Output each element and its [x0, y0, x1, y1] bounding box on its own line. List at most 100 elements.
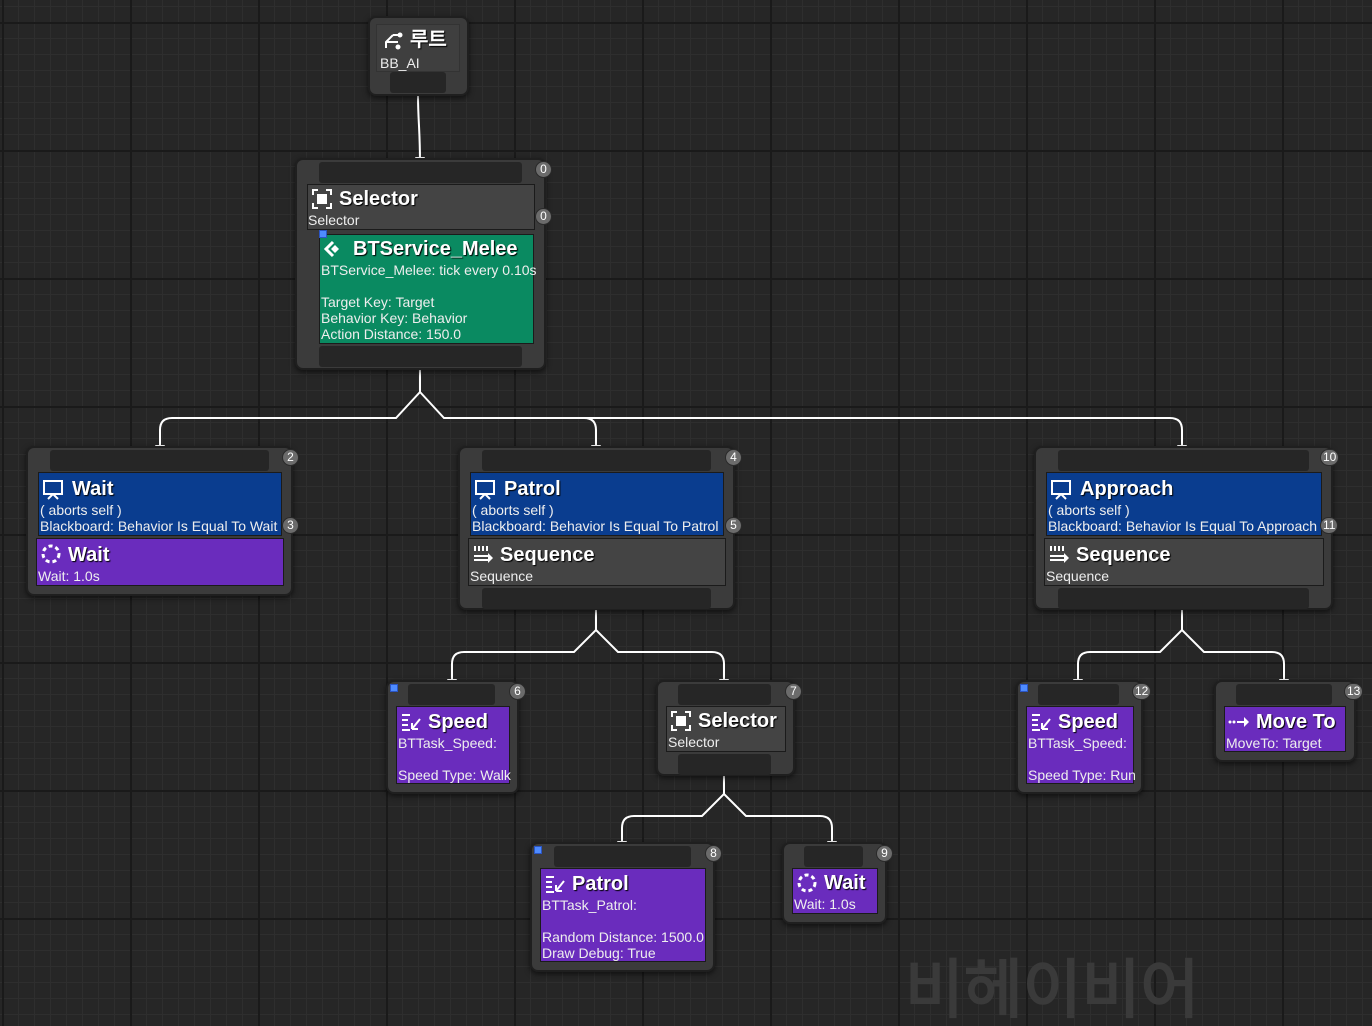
speed-run-node[interactable]: Speed BTTask_Speed: Speed Type: Run — [1016, 680, 1143, 794]
root-output-pin[interactable] — [390, 72, 446, 93]
decorator-icon — [1051, 480, 1071, 500]
wait-task-node-desc: Wait: 1.0s — [794, 896, 856, 912]
selector-main-subtitle: Selector — [308, 212, 360, 228]
patrol-task-node[interactable]: Patrol BTTask_Patrol: Random Distance: 1… — [530, 842, 715, 972]
speed-walk-node[interactable]: Speed BTTask_Speed: Speed Type: Walk — [386, 680, 519, 794]
breakpoint-marker — [1020, 684, 1028, 692]
approach-sequence-subtitle: Sequence — [1046, 568, 1110, 584]
service-melee-line: Target Key: Target — [321, 294, 435, 310]
selector-main-input-pin[interactable] — [319, 162, 522, 183]
decorator-icon — [475, 480, 495, 500]
index-badge: 3 — [282, 517, 299, 534]
wire-selector-to-waittask — [723, 793, 837, 851]
wait-task-input-pin[interactable] — [804, 846, 863, 867]
wire-patrol-to-selector — [595, 629, 729, 689]
selector-icon — [312, 189, 332, 209]
move-to-input-pin[interactable] — [1236, 684, 1332, 705]
selector-sub-node[interactable]: Selector Selector — [656, 680, 795, 776]
speed-run-param: Speed Type: Run — [1028, 767, 1136, 783]
patrol-task-line: Random Distance: 1500.0 — [542, 929, 704, 945]
patrol-decorator-title: Patrol — [504, 478, 561, 500]
service-melee-desc: BTService_Melee: tick every 0.10s — [321, 262, 537, 278]
index-badge: 5 — [725, 517, 742, 534]
selector-main-title: Selector — [339, 188, 418, 210]
selector-main-output-pin[interactable] — [319, 346, 522, 367]
selector-sub-title: Selector — [698, 710, 777, 732]
wire-root-to-selector — [414, 95, 425, 167]
root-node[interactable]: 루트 BB_AI — [368, 16, 469, 96]
patrol-decorator-aborts: ( aborts self ) — [472, 502, 554, 518]
wait-icon — [41, 544, 61, 564]
wait-icon — [797, 873, 817, 893]
index-badge: 13 — [1344, 683, 1364, 700]
sequence-icon — [1050, 546, 1069, 563]
patrol-sequence-title: Sequence — [500, 544, 595, 566]
wire-selector-to-patroltask — [617, 776, 725, 851]
selector-sub-output-pin[interactable] — [678, 754, 771, 775]
task-icon — [402, 714, 421, 731]
wait-branch-input-pin[interactable] — [50, 450, 269, 471]
approach-branch-input-pin[interactable] — [1058, 450, 1309, 471]
speed-walk-title: Speed — [428, 711, 489, 733]
move-to-icon — [1228, 717, 1249, 727]
sequence-icon — [474, 546, 493, 563]
wire-selector-to-patrol — [419, 391, 601, 455]
patrol-sequence-subtitle: Sequence — [470, 568, 534, 584]
patrol-decorator-condition: Blackboard: Behavior Is Equal To Patrol — [472, 518, 719, 534]
approach-branch-output-pin[interactable] — [1058, 588, 1309, 609]
index-badge: 7 — [785, 683, 802, 700]
wait-decorator-aborts: ( aborts self ) — [40, 502, 122, 518]
index-badge: 8 — [705, 845, 722, 862]
wait-task-node-title: Wait — [824, 872, 866, 894]
move-to-desc: MoveTo: Target — [1226, 735, 1322, 751]
speed-walk-desc: BTTask_Speed: — [398, 735, 497, 751]
wait-task-node[interactable]: Wait Wait: 1.0s — [782, 842, 887, 924]
speed-walk-param: Speed Type: Walk — [398, 767, 511, 783]
task-icon — [546, 876, 565, 893]
patrol-task-input-pin[interactable] — [554, 846, 691, 867]
selector-main-node[interactable]: Selector Selector BTService_Melee BTServ… — [295, 158, 546, 370]
service-breakpoint-marker — [319, 230, 327, 238]
task-icon — [1032, 714, 1051, 731]
speed-run-title: Speed — [1058, 711, 1119, 733]
index-badge: 4 — [725, 449, 742, 466]
breakpoint-marker — [390, 684, 398, 692]
wire-approach-to-moveto — [1181, 629, 1289, 689]
root-subtitle: BB_AI — [380, 55, 420, 71]
wait-branch-node[interactable]: Wait ( aborts self ) Blackboard: Behavio… — [26, 446, 293, 596]
patrol-branch-input-pin[interactable] — [482, 450, 711, 471]
speed-walk-input-pin[interactable] — [408, 684, 495, 705]
speed-run-desc: BTTask_Speed: — [1028, 735, 1127, 751]
wire-patrol-to-speed — [447, 610, 597, 689]
index-badge: 6 — [509, 683, 526, 700]
selector-sub-input-pin[interactable] — [678, 684, 771, 705]
patrol-task-desc: BTTask_Patrol: — [542, 897, 637, 913]
patrol-branch-output-pin[interactable] — [482, 588, 711, 609]
root-title: 루트 — [410, 29, 447, 51]
wait-decorator-condition: Blackboard: Behavior Is Equal To Wait — [40, 518, 278, 534]
patrol-task-line: Draw Debug: True — [542, 945, 656, 961]
index-badge: 0 — [535, 161, 552, 178]
service-icon — [323, 240, 339, 258]
selector-icon — [671, 711, 691, 731]
service-melee-title: BTService_Melee — [353, 238, 518, 260]
wait-decorator-title: Wait — [72, 478, 114, 500]
selector-sub-subtitle: Selector — [668, 734, 720, 750]
move-to-title: Move To — [1256, 711, 1336, 733]
index-badge: 0 — [535, 208, 552, 225]
approach-sequence-title: Sequence — [1076, 544, 1171, 566]
approach-decorator-condition: Blackboard: Behavior Is Equal To Approac… — [1048, 518, 1318, 534]
decorator-icon — [43, 480, 63, 500]
move-to-node[interactable]: Move To MoveTo: Target — [1214, 680, 1356, 762]
approach-decorator-aborts: ( aborts self ) — [1048, 502, 1130, 518]
service-melee-line: Action Distance: 150.0 — [321, 326, 462, 342]
approach-decorator-title: Approach — [1080, 478, 1174, 500]
speed-run-input-pin[interactable] — [1038, 684, 1119, 705]
index-badge: 9 — [876, 845, 893, 862]
index-badge: 12 — [1132, 683, 1152, 700]
breakpoint-marker — [534, 846, 542, 854]
approach-branch-node[interactable]: Approach ( aborts self ) Blackboard: Beh… — [1034, 446, 1333, 610]
patrol-branch-node[interactable]: Patrol ( aborts self ) Blackboard: Behav… — [458, 446, 735, 610]
service-melee-line: Behavior Key: Behavior — [321, 310, 468, 326]
graph-watermark: 비헤이비어 — [905, 954, 1200, 1026]
